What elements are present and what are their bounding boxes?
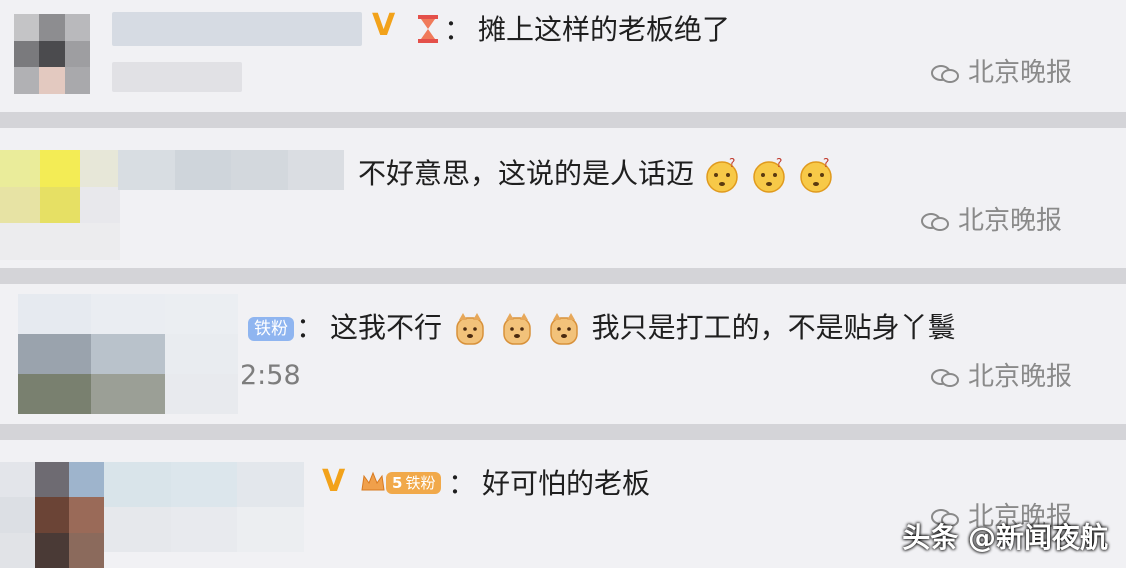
- comment-card-3: 铁粉：这我不行 我只是打工的，不是贴身丫鬟 2:58 北京晚报: [0, 284, 1126, 424]
- dog-emoji-icon: [550, 313, 578, 345]
- watermark: 北京晚报: [930, 356, 1072, 393]
- watermark: 北京晚报: [930, 52, 1072, 89]
- crown-icon: [361, 471, 385, 491]
- toutiao-footer-watermark: 头条 @新闻夜航: [902, 521, 1108, 554]
- avatar[interactable]: [0, 462, 104, 568]
- dog-emoji-icon: [456, 313, 484, 345]
- comment-text-4: ：好可怕的老板: [448, 467, 651, 500]
- confused-emoji-icon: ?: [706, 156, 738, 193]
- username-blurred[interactable]: [112, 12, 362, 46]
- confused-emoji-icon: ?: [753, 156, 785, 193]
- meta-blurred: [112, 62, 242, 92]
- wechat-icon: [931, 368, 959, 387]
- badge-level: 5: [392, 474, 403, 492]
- svg-text:?: ?: [823, 156, 829, 170]
- avatar[interactable]: [14, 14, 90, 94]
- dog-emoji-icon: [503, 313, 531, 345]
- hourglass-icon: [418, 15, 438, 43]
- svg-text:?: ?: [729, 156, 735, 170]
- comment-card-2: 不好意思，这说的是人话迈 ? ? ? 北京晚报: [0, 128, 1126, 268]
- wechat-icon: [921, 212, 949, 231]
- avatar[interactable]: [0, 150, 120, 260]
- avatar[interactable]: [18, 294, 238, 414]
- comment-time: 2:58: [240, 360, 301, 391]
- confused-emoji-icon: ?: [799, 156, 832, 193]
- vip-v-icon: V: [322, 464, 346, 499]
- comment-card-1: V ：摊上这样的老板绝了 北京晚报: [0, 0, 1126, 112]
- comment-text-2: 不好意思，这说的是人话迈 ? ? ?: [358, 156, 835, 194]
- tiefen-badge: 铁粉: [248, 317, 294, 341]
- wechat-icon: [931, 64, 959, 83]
- vip-v-icon: V: [372, 8, 396, 43]
- tiefen-gold-badge: 5 铁粉: [386, 472, 442, 494]
- level-badge: 5 铁粉: [360, 470, 442, 496]
- username-blurred[interactable]: [118, 150, 344, 190]
- username-blurred[interactable]: [104, 462, 304, 552]
- comment-text-1: ：摊上这样的老板绝了: [444, 13, 731, 46]
- svg-text:?: ?: [776, 156, 782, 170]
- watermark: 北京晚报: [920, 200, 1062, 237]
- comment-text-3: 铁粉：这我不行 我只是打工的，不是贴身丫鬟: [246, 310, 956, 348]
